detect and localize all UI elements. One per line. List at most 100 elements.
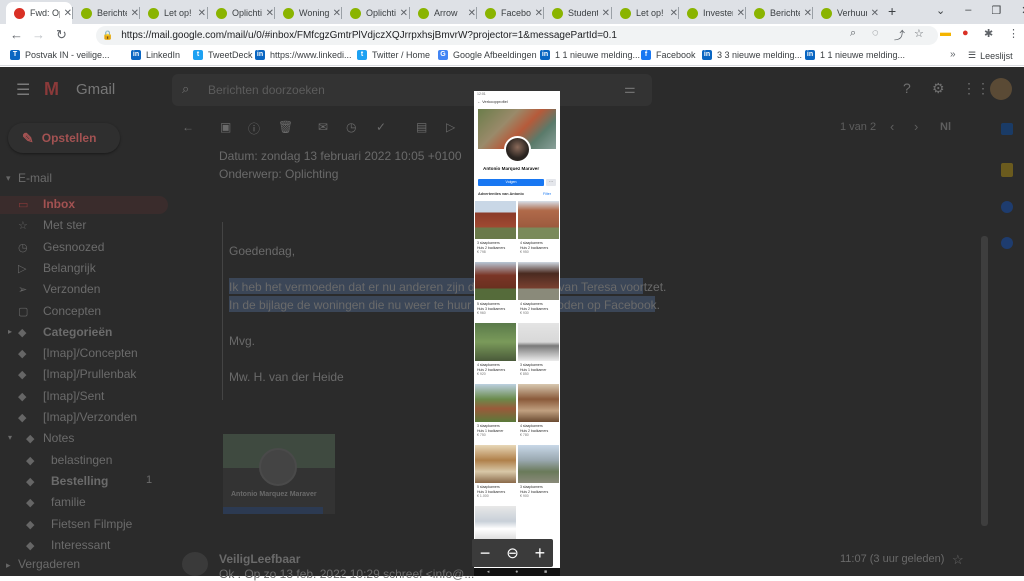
tab-search-icon[interactable]: ⌄ <box>936 4 945 17</box>
add-task-icon[interactable]: ✓ <box>376 120 386 134</box>
more-vert-icon[interactable]: ⋮ <box>1008 27 1019 40</box>
tab-close-icon[interactable]: ✕ <box>64 8 72 19</box>
tab-close-icon[interactable]: ✕ <box>198 8 206 19</box>
move-to-icon[interactable]: ▤ <box>416 120 427 134</box>
browser-tab[interactable]: Studenten ✕ <box>544 2 610 24</box>
sidebar-item[interactable]: belastingen <box>51 453 112 467</box>
keep-icon[interactable] <box>1001 163 1013 177</box>
zoom-reset-icon[interactable]: ⊖ <box>506 544 519 562</box>
reply-star-icon[interactable]: ☆ <box>952 552 964 568</box>
main-menu-icon[interactable]: ☰ <box>16 80 30 100</box>
sidebar-item[interactable]: Met ster <box>43 218 86 232</box>
calendar-icon[interactable] <box>1001 123 1013 135</box>
tab-close-icon[interactable]: ✕ <box>400 8 408 19</box>
maximize-icon[interactable]: ❐ <box>991 4 1001 17</box>
sidebar-item[interactable]: Fietsen Filmpje <box>51 517 132 531</box>
bookmark-star-icon[interactable]: ☆ <box>914 27 924 40</box>
sidebar-item[interactable]: [Imap]/Concepten <box>43 346 138 360</box>
bookmark-item[interactable]: in 1 1 nieuwe melding... <box>540 50 640 60</box>
sidebar-item[interactable]: [Imap]/Verzonden <box>43 410 137 424</box>
bookmark-item[interactable]: f Facebook <box>641 50 696 60</box>
gmail-search-bar[interactable]: ⌕ Berichten doorzoeken ⚌ <box>172 74 652 106</box>
search-options-icon[interactable]: ⚌ <box>624 81 636 97</box>
tab-close-icon[interactable]: ✕ <box>266 8 274 19</box>
account-avatar[interactable] <box>990 78 1012 100</box>
listing-photo[interactable] <box>518 262 559 300</box>
tab-close-icon[interactable]: ✕ <box>602 8 610 19</box>
sidebar-item[interactable]: Categorieën <box>43 325 112 339</box>
attachment-preview[interactable]: 12:01 ← Verkoopprofiel Antonio Marquez M… <box>474 91 560 570</box>
help-icon[interactable]: ? <box>903 80 911 96</box>
tab-close-icon[interactable]: ✕ <box>871 8 879 19</box>
sidebar-item[interactable]: Gesnoozed <box>43 240 104 254</box>
eye-off-icon[interactable]: ◌ <box>872 27 879 39</box>
share-icon[interactable]: ⤴ <box>894 27 905 43</box>
prev-page-icon[interactable]: ‹ <box>890 119 894 134</box>
tab-close-icon[interactable]: ✕ <box>131 8 139 19</box>
listing-photo[interactable] <box>475 445 516 483</box>
bookmark-item[interactable]: G Google Afbeeldingen <box>438 50 537 60</box>
reading-list[interactable]: ☰ Leeslijst <box>968 50 1013 61</box>
listing-photo[interactable] <box>518 323 559 361</box>
tasks-icon[interactable] <box>1001 201 1013 213</box>
sidebar-expand-toggle[interactable]: ▾ <box>8 433 12 442</box>
snooze-icon[interactable]: ◷ <box>346 120 356 134</box>
browser-tab[interactable]: Berichten ✕ <box>746 2 812 24</box>
browser-tab[interactable]: Berichten ✕ <box>73 2 139 24</box>
delete-icon[interactable]: 🗑 <box>278 120 293 134</box>
bookmark-item[interactable]: in LinkedIn <box>131 50 180 60</box>
bookmark-item[interactable]: in 3 3 nieuwe melding... <box>702 50 802 60</box>
minimize-icon[interactable]: – <box>965 4 971 17</box>
labels-icon[interactable]: ▷ <box>446 120 455 134</box>
sidebar-item[interactable]: Verzonden <box>43 282 100 296</box>
forward-icon[interactable]: → <box>32 27 45 42</box>
meetings-toggle[interactable]: ▸ <box>6 560 11 571</box>
extension-1-icon[interactable]: ▬ <box>940 27 951 39</box>
tab-close-icon[interactable]: ✕ <box>468 8 476 19</box>
input-language[interactable]: Nl <box>940 121 951 133</box>
tab-close-icon[interactable]: ✕ <box>333 8 341 19</box>
browser-tab[interactable]: Arrow ✕ <box>410 2 476 24</box>
zoom-out-button[interactable]: − <box>480 543 491 564</box>
zoom-icon[interactable]: ⌕ <box>850 27 856 40</box>
sidebar-item[interactable]: Notes <box>43 431 74 445</box>
report-spam-icon[interactable]: ⓘ <box>248 120 260 137</box>
browser-tab[interactable]: Oplichting ✕ <box>342 2 408 24</box>
puzzle-icon[interactable]: ✱ <box>984 27 993 40</box>
bookmark-item[interactable]: T Postvak IN - veilige... <box>10 50 110 60</box>
listing-photo[interactable] <box>475 384 516 422</box>
tab-close-icon[interactable]: ✕ <box>670 8 678 19</box>
bookmark-item[interactable]: t TweetDeck <box>193 50 253 60</box>
sidebar-item[interactable]: Concepten <box>43 304 101 318</box>
tab-close-icon[interactable]: ✕ <box>535 8 543 19</box>
listing-photo[interactable] <box>475 262 516 300</box>
zoom-in-button[interactable]: + <box>535 543 546 564</box>
bookmark-item[interactable]: t Twitter / Home <box>357 50 430 60</box>
listing-photo[interactable] <box>518 445 559 483</box>
listings-filter[interactable]: Filter <box>543 192 551 197</box>
bookmark-item[interactable]: in 1 1 nieuwe melding... <box>805 50 905 60</box>
listing-photo[interactable] <box>475 201 516 239</box>
sidebar-item[interactable]: [Imap]/Prullenbak <box>43 367 136 381</box>
tab-close-icon[interactable]: ✕ <box>804 8 812 19</box>
browser-tab[interactable]: Let op! ✕ <box>612 2 678 24</box>
mark-unread-icon[interactable]: ✉ <box>318 120 328 134</box>
browser-tab[interactable]: Oplichting ✕ <box>208 2 274 24</box>
settings-icon[interactable]: ⚙ <box>932 80 945 97</box>
listing-photo[interactable] <box>518 384 559 422</box>
browser-tab[interactable]: Facebook ✕ <box>477 2 543 24</box>
next-page-icon[interactable]: › <box>914 119 918 134</box>
archive-icon[interactable]: ▣ <box>220 120 231 134</box>
follow-button[interactable]: Volgen <box>478 179 544 186</box>
bookmarks-more-icon[interactable]: » <box>950 49 956 60</box>
compose-button[interactable]: ✎ Opstellen <box>8 123 120 153</box>
more-options-button[interactable]: ··· <box>546 179 556 186</box>
extension-2-icon[interactable]: ● <box>962 27 969 39</box>
email-section-toggle[interactable]: ▾ <box>6 173 11 184</box>
attachment-thumbnail[interactable]: Antonio Marquez Maraver <box>223 434 335 514</box>
browser-tab[interactable]: Fwd: Oplichting ✕ <box>6 2 72 24</box>
sidebar-expand-toggle[interactable]: ▸ <box>8 327 12 336</box>
new-tab-button[interactable]: + <box>888 3 896 19</box>
apps-icon[interactable]: ⋮⋮ <box>962 80 990 97</box>
listing-photo[interactable] <box>518 201 559 239</box>
